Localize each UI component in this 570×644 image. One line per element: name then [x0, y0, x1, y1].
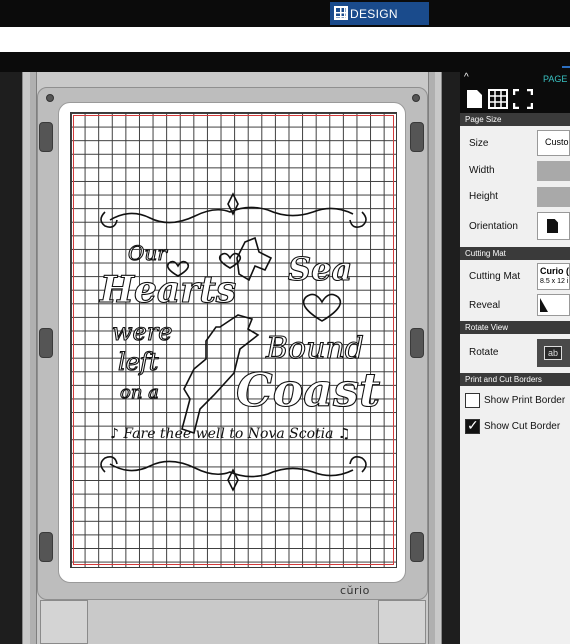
toolbar — [0, 27, 570, 52]
mat-hole — [412, 94, 420, 102]
cutting-mat-value: Curio (c — [540, 266, 569, 276]
mat-bottom-tab — [378, 600, 426, 644]
top-bar — [0, 0, 570, 27]
left-rail — [30, 72, 37, 644]
size-select[interactable]: Custo — [537, 130, 570, 156]
separator-bar — [0, 52, 570, 72]
curio-logo: cŭrio — [340, 584, 370, 597]
mat-hole — [46, 94, 54, 102]
heart-large — [302, 293, 342, 322]
panel-title: PAGE S — [543, 74, 570, 84]
right-rail — [428, 72, 435, 644]
cape-breton-shape — [236, 236, 273, 282]
page-icon[interactable] — [464, 89, 484, 109]
mat-clip — [410, 122, 424, 152]
panel-tabs — [460, 86, 570, 113]
rotate-button[interactable]: ab — [537, 339, 570, 367]
design-artwork[interactable]: Our Hearts were left on a Sea Bound Coas… — [70, 112, 397, 568]
word-were: were — [112, 318, 172, 346]
rotate-icon: ab — [544, 346, 562, 360]
grid-icon[interactable] — [488, 89, 508, 109]
design-grid-icon — [334, 6, 348, 20]
design-tab[interactable]: DESIGN — [330, 2, 429, 25]
section-print-cut-borders: Print and Cut Borders — [460, 373, 570, 386]
width-label: Width — [469, 165, 495, 176]
rotate-label: Rotate — [469, 347, 499, 358]
word-left: left — [118, 348, 159, 376]
word-hearts: Hearts — [99, 269, 236, 311]
mat-clip — [410, 532, 424, 562]
height-label: Height — [469, 191, 498, 202]
word-our: Our — [128, 241, 168, 265]
word-sea: Sea — [288, 250, 352, 288]
cutting-mat-size: 8.5 x 12 i — [540, 278, 569, 285]
mat-clip — [410, 328, 424, 358]
reveal-label: Reveal — [469, 300, 501, 311]
cutting-mat-select[interactable]: Curio (c 8.5 x 12 i — [537, 263, 570, 290]
show-print-border-checkbox[interactable] — [465, 393, 480, 408]
mat-bottom-tab — [40, 600, 88, 644]
section-cutting-mat: Cutting Mat — [460, 247, 570, 260]
mat-clip — [39, 532, 53, 562]
size-label: Size — [469, 138, 489, 149]
panel-header: ^ PAGE S — [460, 72, 570, 86]
section-rotate-view: Rotate View — [460, 321, 570, 334]
reveal-triangle-icon — [540, 298, 548, 312]
reveal-slider[interactable] — [537, 294, 570, 316]
word-on-a: on a — [120, 382, 159, 403]
word-coast: Coast — [236, 363, 380, 417]
height-field[interactable] — [537, 187, 570, 207]
footer-text: ♪ Fare thee well to Nova Scotia ♫ — [110, 426, 350, 442]
cutting-mat-label: Cutting Mat — [469, 271, 521, 282]
portrait-icon — [547, 219, 558, 233]
word-bound: Bound — [265, 331, 364, 366]
design-tab-label: DESIGN — [350, 6, 398, 21]
mat-clip — [39, 122, 53, 152]
orientation-button[interactable] — [537, 212, 570, 240]
section-page-size: Page Size — [460, 113, 570, 126]
mat-clip — [39, 328, 53, 358]
collapse-icon[interactable]: ^ — [464, 72, 469, 83]
width-field[interactable] — [537, 161, 570, 181]
orientation-label: Orientation — [469, 221, 518, 232]
crop-icon[interactable] — [513, 89, 533, 109]
show-print-border-label: Show Print Border — [484, 395, 566, 406]
show-cut-border-checkbox[interactable] — [465, 417, 480, 434]
show-cut-border-label: Show Cut Border — [484, 421, 561, 432]
